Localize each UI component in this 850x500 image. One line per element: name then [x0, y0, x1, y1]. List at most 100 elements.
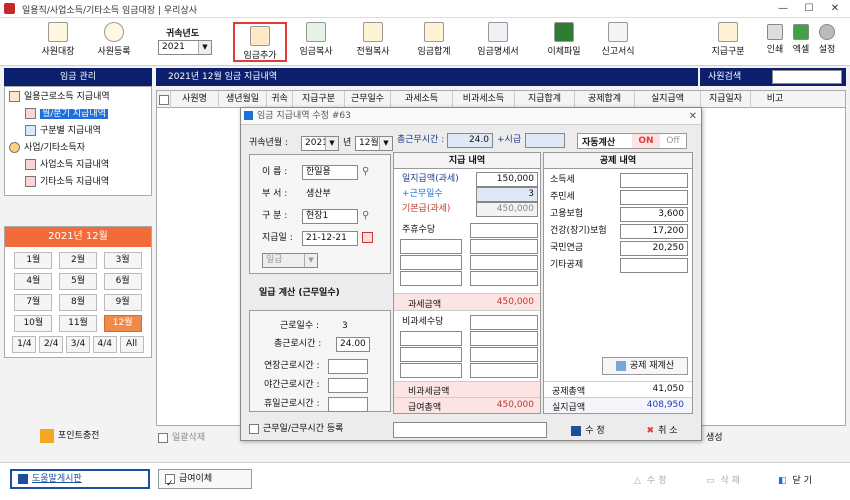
column-header[interactable]: 비과세소득 — [453, 91, 515, 108]
tree-item-other-income[interactable]: 기타소득 지급내역 — [9, 174, 147, 191]
allowance-amount[interactable] — [470, 223, 538, 238]
point-charge-button[interactable]: 포인트충전 — [40, 428, 99, 443]
auto-calc-on[interactable]: ON — [632, 134, 660, 148]
holiday-field[interactable] — [328, 397, 368, 412]
bulk-delete-checkbox[interactable] — [158, 432, 168, 443]
pay-date-field[interactable]: 21-12-21 — [302, 231, 358, 246]
print-button[interactable]: 인쇄 — [762, 24, 788, 55]
month-button[interactable]: 7월 — [14, 294, 53, 311]
name-field[interactable]: 한일용 — [302, 165, 358, 180]
edit-button[interactable]: △ 수 정 — [634, 473, 666, 486]
column-header[interactable]: 공제합계 — [575, 91, 635, 108]
workday-register-option[interactable]: 근무일/근무시간 등록 — [249, 422, 343, 437]
column-header[interactable]: 과세소득 — [391, 91, 453, 108]
allowance-amount[interactable] — [470, 271, 538, 286]
column-header[interactable]: 실지급액 — [635, 91, 701, 108]
allowance-name[interactable] — [400, 271, 462, 286]
column-header[interactable]: 지급구분 — [293, 91, 345, 108]
quarter-button[interactable]: 2/4 — [39, 336, 64, 353]
settings-button[interactable]: 설정 — [814, 24, 840, 55]
month-button[interactable]: 10월 — [14, 315, 53, 332]
search-icon[interactable]: ⚲ — [362, 166, 369, 177]
tree-item-business[interactable]: 사업/기타소득자 — [9, 140, 147, 157]
dialog-month-select[interactable]: 12월 ▼ — [355, 136, 393, 151]
type-field[interactable]: 현장1 — [302, 209, 358, 224]
income-tax-field[interactable] — [620, 173, 688, 188]
nontax-name[interactable] — [400, 331, 462, 346]
delete-button[interactable]: ▭ 삭 제 — [706, 473, 740, 486]
health-field[interactable]: 17,200 — [620, 224, 688, 239]
dialog-year-select[interactable]: 2021 ▼ — [301, 136, 339, 151]
memo-field[interactable] — [393, 422, 547, 438]
excel-button[interactable]: 엑셀 — [788, 24, 814, 55]
payslip-button[interactable]: 임금명세서 — [470, 22, 526, 62]
bulk-delete-option[interactable]: 일괄삭제 — [158, 430, 205, 443]
search-icon[interactable]: ⚲ — [362, 210, 369, 221]
column-header[interactable]: 지급일자 — [701, 91, 751, 108]
tree-item-monthly[interactable]: 월/분기 지급내역 — [9, 106, 147, 123]
wage-category-button[interactable]: 지급구분 — [700, 22, 756, 62]
maximize-button[interactable]: ☐ — [796, 0, 822, 18]
column-header[interactable]: 비고 — [751, 91, 799, 108]
employee-search-input[interactable] — [772, 70, 842, 84]
pay-transfer-option[interactable]: ✓ 급여이체 — [158, 469, 252, 489]
allowance-amount[interactable] — [470, 255, 538, 270]
total-hours-field[interactable]: 24.0 — [447, 133, 493, 148]
plus-wage-field[interactable] — [525, 133, 565, 148]
allowance-amount[interactable] — [470, 239, 538, 254]
column-header[interactable]: 사원명 — [171, 91, 219, 108]
column-header[interactable]: 근무일수 — [345, 91, 391, 108]
month-button[interactable]: 3월 — [103, 252, 142, 269]
month-button[interactable]: 8월 — [58, 294, 97, 311]
allowance-name[interactable] — [400, 255, 462, 270]
local-tax-field[interactable] — [620, 190, 688, 205]
select-all-checkbox[interactable] — [157, 91, 171, 108]
nontax-name[interactable] — [400, 347, 462, 362]
auto-calc-off[interactable]: Off — [660, 134, 686, 148]
report-form-button[interactable]: 신고서식 — [590, 22, 646, 62]
month-button[interactable]: 1월 — [14, 252, 53, 269]
quarter-all-button[interactable]: All — [119, 336, 144, 353]
daily-wage-field[interactable]: 150,000 — [476, 172, 538, 187]
dialog-close-icon[interactable]: ✕ — [689, 108, 697, 125]
month-button[interactable]: 5월 — [58, 273, 97, 290]
calendar-icon[interactable] — [362, 232, 373, 243]
cancel-button[interactable]: ✖ 취 소 — [633, 422, 691, 440]
month-button-selected[interactable]: 12월 — [103, 315, 142, 332]
wage-add-button[interactable]: 임금추가 — [233, 22, 287, 62]
minimize-button[interactable]: — — [770, 0, 796, 18]
close-bottom-button[interactable]: ◧ 닫 기 — [778, 473, 812, 486]
month-button[interactable]: 6월 — [103, 273, 142, 290]
pay-transfer-checkbox[interactable]: ✓ — [165, 473, 175, 489]
month-button[interactable]: 2월 — [58, 252, 97, 269]
column-header[interactable]: 귀속 — [267, 91, 293, 108]
total-work-field[interactable]: 24.00 — [336, 337, 370, 352]
recalc-button[interactable]: 공제 재계산 — [602, 357, 688, 375]
other-deduct-field[interactable] — [620, 258, 688, 273]
save-button[interactable]: 수 정 — [557, 422, 619, 440]
pension-field[interactable]: 20,250 — [620, 241, 688, 256]
prev-month-copy-button[interactable]: 전월복사 — [345, 22, 401, 62]
column-header[interactable]: 생년월일 — [219, 91, 267, 108]
help-board-button[interactable]: 도움말게시판 — [10, 469, 150, 489]
tree-item-daily-wage[interactable]: 일용근로소득 지급내역 — [9, 89, 147, 106]
workday-register-checkbox[interactable] — [249, 423, 259, 434]
wage-total-button[interactable]: 임금합계 — [406, 22, 462, 62]
transfer-file-button[interactable]: 이체파일 — [536, 22, 592, 62]
auto-calc-toggle[interactable]: 자동계산 ON Off — [577, 133, 687, 149]
quarter-button[interactable]: 4/4 — [92, 336, 117, 353]
column-header[interactable]: 지급합계 — [515, 91, 575, 108]
night-field[interactable] — [328, 378, 368, 393]
employee-register-button[interactable]: 사원등록 — [86, 22, 142, 62]
month-button[interactable]: 9월 — [103, 294, 142, 311]
month-button[interactable]: 4월 — [14, 273, 53, 290]
nontax-amount[interactable] — [470, 331, 538, 346]
nontax-amount[interactable] — [470, 347, 538, 362]
quarter-button[interactable]: 3/4 — [65, 336, 90, 353]
close-button[interactable]: ✕ — [822, 0, 848, 18]
tree-item-business-income[interactable]: 사업소득 지급내역 — [9, 157, 147, 174]
overtime-field[interactable] — [328, 359, 368, 374]
nontax-amount[interactable] — [470, 363, 538, 378]
employee-ledger-button[interactable]: 사원대장 — [30, 22, 86, 62]
nontax-amount[interactable] — [470, 315, 538, 330]
